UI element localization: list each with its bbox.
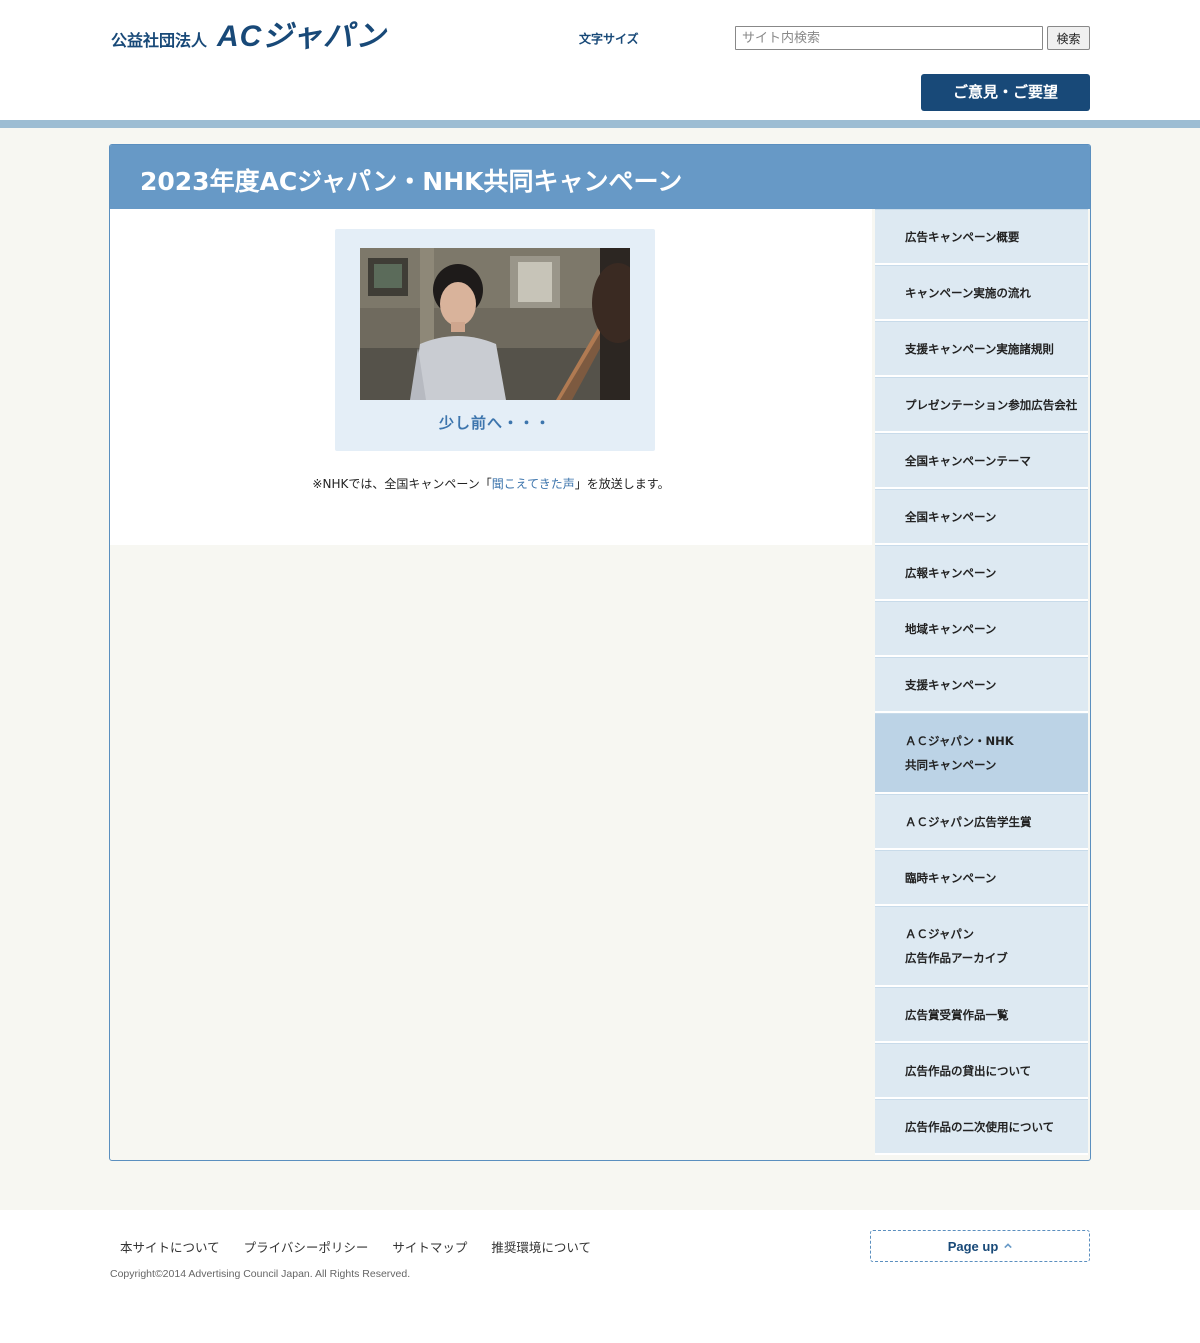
side-nav-item[interactable]: キャンペーン実施の流れ bbox=[875, 265, 1088, 321]
side-nav-item[interactable]: ＡＣジャパン・NHK 共同キャンペーン bbox=[875, 713, 1088, 794]
side-nav-item-line: 全国キャンペーン bbox=[905, 509, 997, 524]
side-nav-item-label: 全国キャンペーンテーマ bbox=[905, 449, 1031, 473]
video-title[interactable]: 少し前へ・・・ bbox=[335, 412, 655, 433]
side-nav-item-line: 広告作品アーカイブ bbox=[905, 951, 1008, 965]
side-nav-item-label: ＡＣジャパン・NHK 共同キャンペーン bbox=[905, 729, 1014, 777]
nhk-broadcast-note: ※NHKでは、全国キャンペーン「聞こえてきた声」を放送します。 bbox=[110, 475, 872, 492]
copyright: Copyright©2014 Advertising Council Japan… bbox=[110, 1268, 411, 1280]
side-nav-item-line: プレゼンテーション参加広告会社 bbox=[905, 397, 1078, 412]
page-up-button[interactable]: Page up bbox=[870, 1230, 1090, 1262]
footer-link-environment[interactable]: 推奨環境について bbox=[491, 1237, 591, 1256]
feedback-button[interactable]: ご意見・ご要望 bbox=[921, 74, 1090, 111]
side-nav-item[interactable]: ＡＣジャパン広告学生賞 bbox=[875, 794, 1088, 850]
side-nav-item[interactable]: 支援キャンペーン実施諸規則 bbox=[875, 321, 1088, 377]
side-nav-item-label: キャンペーン実施の流れ bbox=[905, 281, 1031, 305]
side-nav-item-line: 臨時キャンペーン bbox=[905, 870, 997, 885]
chevron-up-icon bbox=[1004, 1243, 1013, 1249]
side-nav-item[interactable]: 地域キャンペーン bbox=[875, 601, 1088, 657]
side-nav-item-line: 地域キャンペーン bbox=[905, 621, 997, 636]
site-search-input[interactable] bbox=[735, 26, 1043, 50]
side-nav-item[interactable]: 広告キャンペーン概要 bbox=[875, 209, 1088, 265]
side-nav-item-label: ＡＣジャパン広告作品アーカイブ bbox=[905, 922, 1008, 970]
header-divider bbox=[0, 120, 1200, 128]
logo-text: ACジャパン bbox=[217, 20, 387, 53]
page-title-bar: 2023年度ACジャパン・NHK共同キャンペーン bbox=[110, 145, 1090, 209]
site-logo[interactable]: 公益社団法人 ACジャパン bbox=[111, 20, 386, 54]
site-footer: 本サイトについて プライバシーポリシー サイトマップ 推奨環境について Copy… bbox=[0, 1210, 1200, 1343]
side-nav-item-line: ＡＣジャパン・NHK bbox=[905, 734, 1014, 748]
logo-org-label: 公益社団法人 bbox=[111, 31, 208, 50]
page-up-label: Page up bbox=[947, 1238, 999, 1254]
font-size-label[interactable]: 文字サイズ bbox=[579, 30, 639, 47]
side-nav-item[interactable]: 支援キャンペーン bbox=[875, 657, 1088, 713]
note-suffix: 」を放送します。 bbox=[574, 477, 670, 491]
side-nav-item-label: 広報キャンペーン bbox=[905, 561, 996, 585]
side-nav-item[interactable]: 広告作品の二次使用について bbox=[875, 1099, 1088, 1155]
side-nav-item-line: 広告作品の貸出について bbox=[905, 1063, 1032, 1078]
side-nav-item[interactable]: プレゼンテーション参加広告会社 bbox=[875, 377, 1088, 433]
side-nav-item-label: 臨時キャンペーン bbox=[905, 866, 996, 890]
note-prefix: ※NHKでは、全国キャンペーン「 bbox=[312, 477, 492, 491]
side-nav-item-line: 共同キャンペーン bbox=[905, 758, 997, 772]
main-panel: 2023年度ACジャパン・NHK共同キャンペーン 少し前へ・・・ ※NHKでは、… bbox=[109, 144, 1091, 1161]
side-nav-item-line: 広告キャンペーン概要 bbox=[905, 229, 1020, 244]
side-nav-item-label: ＡＣジャパン広告学生賞 bbox=[905, 810, 1032, 834]
footer-link-privacy[interactable]: プライバシーポリシー bbox=[244, 1237, 369, 1256]
side-nav-item-line: 広告作品の二次使用について bbox=[905, 1119, 1055, 1134]
side-nav-item-line: 支援キャンペーン実施諸規則 bbox=[905, 341, 1054, 356]
side-nav-item[interactable]: 広報キャンペーン bbox=[875, 545, 1088, 601]
footer-links: 本サイトについて プライバシーポリシー サイトマップ 推奨環境について bbox=[120, 1237, 615, 1256]
side-nav-item-label: 支援キャンペーン実施諸規則 bbox=[905, 337, 1054, 361]
site-header: 公益社団法人 ACジャパン 文字サイズ 検索 ご意見・ご要望 bbox=[0, 0, 1200, 120]
side-nav-item-label: プレゼンテーション参加広告会社 bbox=[905, 393, 1077, 417]
side-nav-item-label: 広告賞受賞作品一覧 bbox=[905, 1003, 1009, 1027]
side-nav-item-line: 支援キャンペーン bbox=[905, 677, 997, 692]
side-nav: 広告キャンペーン概要 キャンペーン実施の流れ支援キャンペーン実施諸規則プレゼンテー… bbox=[875, 209, 1088, 1155]
search-button[interactable]: 検索 bbox=[1047, 26, 1090, 50]
side-nav-item[interactable]: ＡＣジャパン広告作品アーカイブ bbox=[875, 906, 1088, 987]
footer-link-about[interactable]: 本サイトについて bbox=[120, 1237, 220, 1256]
side-nav-item-line: キャンペーン実施の流れ bbox=[905, 285, 1031, 300]
side-nav-item-label: 地域キャンペーン bbox=[905, 617, 996, 641]
side-nav-item[interactable]: 臨時キャンペーン bbox=[875, 850, 1088, 906]
side-nav-item-line: 全国キャンペーンテーマ bbox=[905, 453, 1031, 468]
side-nav-item-label: 広告作品の二次使用について bbox=[905, 1115, 1054, 1139]
content-area: 少し前へ・・・ ※NHKでは、全国キャンペーン「聞こえてきた声」を放送します。 bbox=[110, 209, 872, 545]
side-nav-item[interactable]: 全国キャンペーンテーマ bbox=[875, 433, 1088, 489]
page-title: 2023年度ACジャパン・NHK共同キャンペーン bbox=[140, 167, 683, 196]
side-nav-item[interactable]: 広告賞受賞作品一覧 bbox=[875, 987, 1088, 1043]
video-thumbnail[interactable] bbox=[360, 248, 630, 400]
side-nav-item[interactable]: 全国キャンペーン bbox=[875, 489, 1088, 545]
note-campaign-link[interactable]: 聞こえてきた声 bbox=[492, 477, 575, 491]
side-nav-item-label: 広告作品の貸出について bbox=[905, 1059, 1031, 1083]
side-nav-item-line: ＡＣジャパン bbox=[905, 927, 974, 941]
footer-link-sitemap[interactable]: サイトマップ bbox=[392, 1237, 467, 1256]
side-nav-item-label: 支援キャンペーン bbox=[905, 673, 996, 697]
side-nav-item-line: 広報キャンペーン bbox=[905, 565, 997, 580]
side-nav-item[interactable]: 広告作品の貸出について bbox=[875, 1043, 1088, 1099]
video-card[interactable]: 少し前へ・・・ bbox=[335, 229, 655, 451]
side-nav-item-line: ＡＣジャパン広告学生賞 bbox=[905, 814, 1032, 829]
side-nav-item-label: 広告キャンペーン概要 bbox=[905, 225, 1019, 249]
side-nav-item-label: 全国キャンペーン bbox=[905, 505, 996, 529]
side-nav-item-line: 広告賞受賞作品一覧 bbox=[905, 1007, 1009, 1022]
